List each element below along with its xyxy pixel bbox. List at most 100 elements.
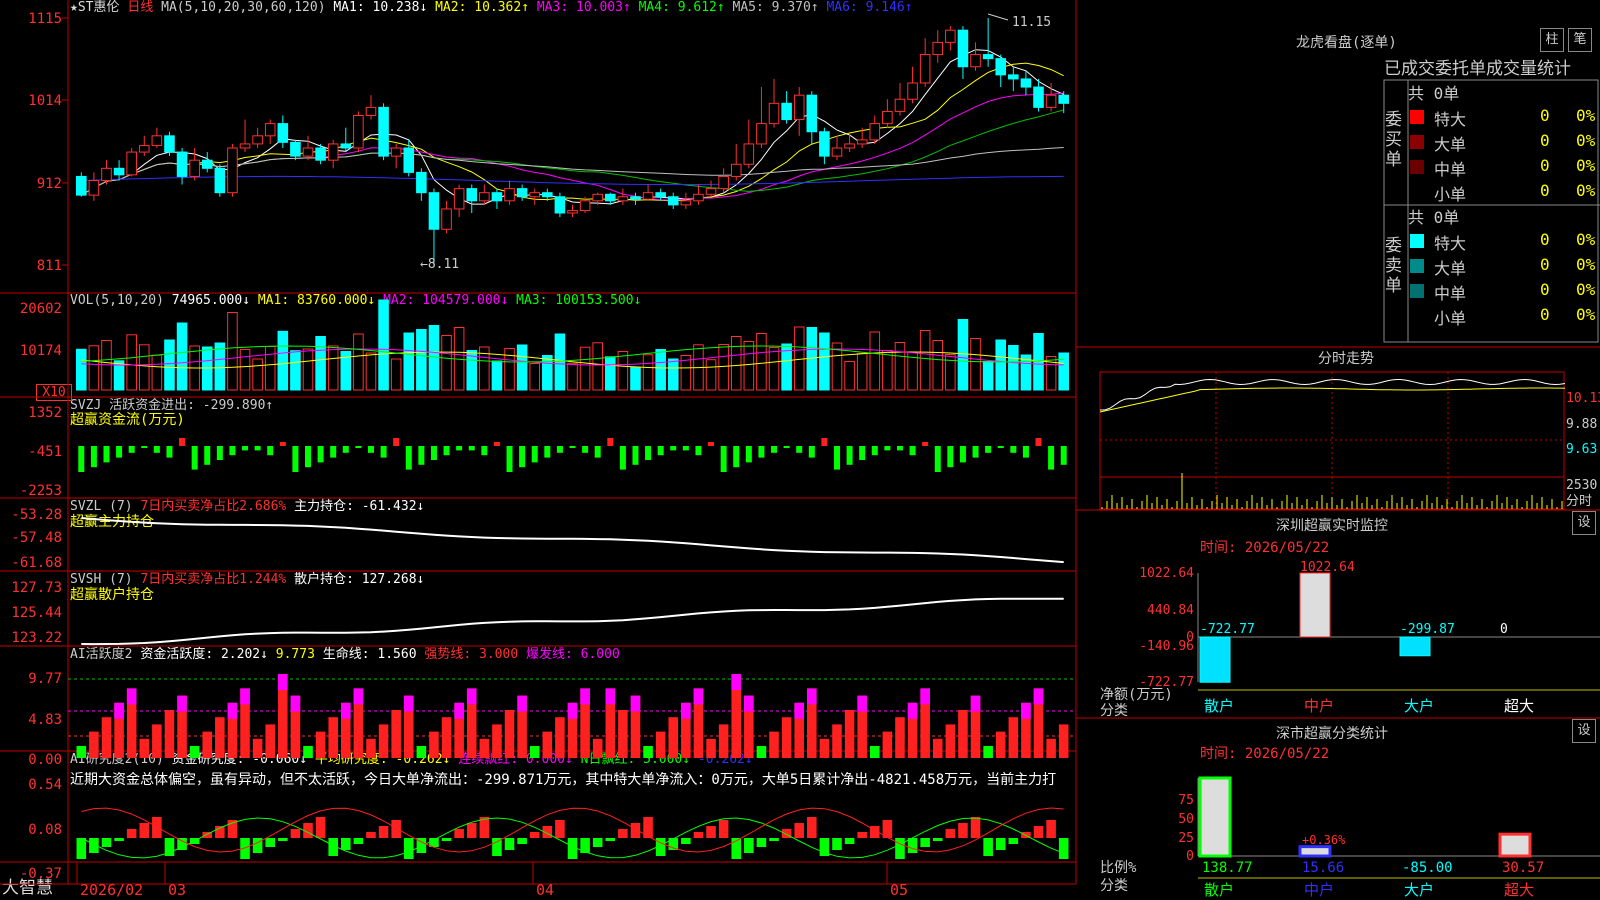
ai1-peak-bar (920, 688, 930, 705)
ai1-ytick: 9.77 (28, 671, 62, 687)
candle-body (982, 54, 994, 60)
svzj-bar (846, 446, 853, 465)
candle-body (743, 143, 755, 165)
sz-stats-bar (1498, 832, 1532, 858)
high-pointer (987, 13, 1009, 21)
svzj-bar (141, 446, 148, 448)
intraday-ytick: 分时 (1566, 494, 1592, 509)
vol-bar (277, 330, 289, 391)
kline-ytick: 1115 (28, 11, 62, 27)
candle-body (869, 123, 881, 141)
ai2-bar (492, 838, 502, 856)
ai1-bar (479, 738, 490, 758)
candle-body (680, 200, 692, 206)
ai2-bar (756, 838, 767, 847)
vol-bar (844, 361, 855, 391)
ai1-peak-bar (227, 702, 238, 719)
candle-body (403, 147, 415, 173)
svzl-ytick: -57.48 (11, 530, 62, 546)
sz-monitor-value-label: -299.87 (1400, 622, 1455, 637)
vol-bar (1058, 352, 1069, 391)
svzj-bar (531, 446, 538, 463)
candle-body (882, 110, 893, 125)
ai1-peak-bar (177, 695, 187, 712)
ai1-bar (668, 717, 679, 758)
ai1-bar (655, 731, 666, 758)
vol-bar (365, 352, 377, 391)
vol-bar (201, 346, 213, 391)
svzj-bar (191, 446, 198, 470)
candle-body (932, 41, 944, 56)
candle-body (957, 29, 969, 68)
ai1-peak-bar (681, 702, 691, 719)
candle-body (781, 102, 792, 121)
xaxis-label: 04 (536, 881, 554, 899)
candle-body (995, 58, 1007, 76)
svzj-bar (216, 446, 223, 460)
vol-bar (151, 354, 163, 391)
candle-body (201, 159, 213, 169)
sz-monitor-bar (1199, 636, 1231, 683)
kline-ytick: 1014 (28, 93, 62, 109)
candle-body (567, 210, 578, 214)
candle-body (327, 143, 339, 161)
sz-monitor-bar (1299, 572, 1331, 638)
candle-body (390, 147, 402, 157)
ai1-bar (1046, 738, 1056, 758)
vol-bar (617, 351, 629, 391)
ai2-bar (618, 829, 628, 838)
svzj-bar (1060, 446, 1067, 465)
svzj-bar (305, 446, 312, 468)
svzj-bar (279, 442, 286, 446)
vol-bar (88, 345, 100, 391)
ai2-bar (907, 838, 918, 853)
vol-bar (252, 358, 263, 391)
sz-monitor-bar (1399, 636, 1431, 657)
candle-body (453, 188, 465, 210)
vol-bar (869, 331, 881, 391)
ai2-bar (932, 838, 943, 841)
vol-bar (642, 354, 654, 391)
candle-body (554, 196, 566, 214)
candle-body (378, 106, 389, 157)
svzj-bar (116, 446, 123, 458)
sz-stats-ytick: 75 (1178, 793, 1194, 808)
candle-body (919, 54, 931, 84)
ai1-bar (366, 738, 376, 758)
ai1-bar (945, 724, 956, 758)
svzj-bar (493, 442, 500, 446)
ai1-peak-bar (567, 702, 578, 719)
candle-body (466, 188, 478, 202)
svzl-ytick: -53.28 (11, 507, 62, 523)
candle-body (340, 143, 352, 149)
ai2-bar (555, 820, 565, 838)
ai1-bar (252, 738, 263, 758)
ai2-bar (995, 838, 1006, 850)
candle-body (604, 193, 616, 202)
ai1-peak-bar (731, 674, 742, 690)
sz-stats-bar (1198, 776, 1232, 858)
ai1-peak-bar (807, 688, 817, 705)
candle-body (529, 192, 541, 198)
ai2-bar (794, 823, 804, 838)
ai1-bar (643, 746, 653, 758)
ai2-bar (403, 838, 414, 859)
candle-body (655, 192, 666, 198)
ai1-peak-bar (605, 688, 616, 705)
order-table-frame (1383, 79, 1599, 343)
candle-body (819, 131, 830, 157)
svzj-bar (355, 446, 362, 448)
vol-bar (227, 312, 238, 391)
ai2-bar (605, 838, 616, 841)
xaxis-label: 05 (890, 881, 908, 899)
low-price-label: ←8.11 (420, 257, 459, 272)
ai1-bar (101, 717, 112, 758)
sz-stats-cat: 散户 (1204, 881, 1234, 899)
vol-bar (302, 348, 314, 391)
svzj-bar (758, 446, 765, 458)
candle-body (617, 196, 629, 202)
ai1-peak-bar (278, 674, 288, 690)
svzj-bar (745, 446, 752, 463)
ai1-peak-bar (403, 695, 414, 712)
vol-bar (290, 350, 301, 391)
